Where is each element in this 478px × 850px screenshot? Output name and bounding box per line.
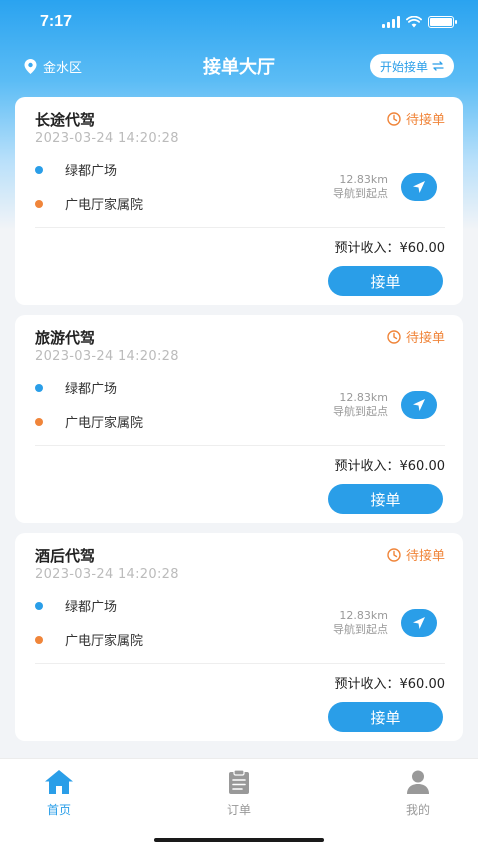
tab-bar: 首页 订单 我的 [0, 758, 478, 850]
accept-order-button[interactable]: 接单 [328, 484, 443, 514]
end-location: 广电厅家属院 [35, 412, 143, 431]
clipboard-icon [229, 769, 249, 794]
end-dot-icon [35, 635, 43, 644]
navigate-button[interactable] [401, 391, 437, 419]
start-dot-icon [35, 165, 43, 174]
navigate-text: 导航到起点 [333, 623, 388, 636]
order-status: 待接单 [387, 545, 445, 564]
divider [35, 663, 445, 664]
tab-orders-label: 订单 [226, 803, 251, 817]
start-location-label: 绿都广场 [65, 600, 118, 615]
wifi-icon [406, 16, 422, 28]
distance-info: 12.83km 导航到起点 [333, 391, 388, 419]
location-pin-icon [24, 58, 37, 74]
end-location: 广电厅家属院 [35, 194, 143, 213]
expected-income: 预计收入：¥60.00 [334, 673, 445, 692]
navigation-arrow-icon [413, 617, 425, 629]
navigate-button[interactable] [401, 609, 437, 637]
order-type: 酒后代驾 [35, 547, 96, 565]
end-dot-icon [35, 417, 43, 426]
order-time: 2023-03-24 14:20:28 [35, 567, 179, 582]
start-accepting-label: 开始接单 [379, 59, 428, 74]
order-card[interactable]: 酒后代驾 待接单 2023-03-24 14:20:28 绿都广场 广电厅家属院… [15, 533, 463, 741]
distance-info: 12.83km 导航到起点 [333, 609, 388, 637]
order-status-label: 待接单 [405, 113, 445, 128]
start-accepting-button[interactable]: 开始接单 [369, 54, 454, 78]
clock-icon [387, 329, 401, 344]
end-location-label: 广电厅家属院 [65, 198, 144, 213]
clock-icon [387, 111, 401, 126]
order-type: 旅游代驾 [35, 329, 96, 347]
status-bar: 7:17 [0, 0, 478, 44]
divider [35, 445, 445, 446]
start-location: 绿都广场 [35, 596, 117, 615]
income-value: ¥60.00 [399, 459, 446, 474]
tab-profile-label: 我的 [405, 803, 430, 817]
start-location-label: 绿都广场 [65, 164, 118, 179]
navigate-button[interactable] [401, 173, 437, 201]
income-label: 预计收入： [334, 241, 400, 256]
battery-icon [428, 16, 457, 28]
income-value: ¥60.00 [399, 241, 446, 256]
navigate-text: 导航到起点 [333, 405, 388, 418]
end-location-label: 广电厅家属院 [65, 416, 144, 431]
expected-income: 预计收入：¥60.00 [334, 237, 445, 256]
tab-home-label: 首页 [46, 803, 71, 817]
income-label: 预计收入： [334, 459, 400, 474]
order-status: 待接单 [387, 327, 445, 346]
start-location: 绿都广场 [35, 160, 117, 179]
location-label: 金水区 [43, 60, 83, 76]
distance-info: 12.83km 导航到起点 [333, 173, 388, 201]
tab-profile[interactable]: 我的 [388, 769, 448, 818]
home-indicator [154, 838, 324, 842]
status-icons [382, 16, 457, 28]
signal-icon [382, 16, 400, 28]
navigate-text: 导航到起点 [333, 187, 388, 200]
end-location: 广电厅家属院 [35, 630, 143, 649]
income-label: 预计收入： [334, 677, 400, 692]
accept-order-button[interactable]: 接单 [328, 702, 443, 732]
order-time: 2023-03-24 14:20:28 [35, 349, 179, 364]
distance-value: 12.83km [339, 391, 388, 404]
navigation-arrow-icon [413, 399, 425, 411]
start-location-label: 绿都广场 [65, 382, 118, 397]
divider [35, 227, 445, 228]
tab-home[interactable]: 首页 [29, 769, 89, 818]
distance-value: 12.83km [339, 173, 388, 186]
order-card[interactable]: 长途代驾 待接单 2023-03-24 14:20:28 绿都广场 广电厅家属院… [15, 97, 463, 305]
tab-orders[interactable]: 订单 [209, 769, 269, 818]
location-selector[interactable]: 金水区 [24, 57, 82, 76]
order-status-label: 待接单 [405, 331, 445, 346]
expected-income: 预计收入：¥60.00 [334, 455, 445, 474]
nav-bar: 金水区 接单大厅 开始接单 [0, 44, 478, 88]
swap-icon [432, 61, 444, 71]
income-value: ¥60.00 [399, 677, 446, 692]
navigation-arrow-icon [413, 181, 425, 193]
start-dot-icon [35, 383, 43, 392]
distance-value: 12.83km [339, 609, 388, 622]
user-icon [407, 770, 429, 794]
home-icon [45, 770, 73, 794]
end-dot-icon [35, 199, 43, 208]
clock-icon [387, 547, 401, 562]
end-location-label: 广电厅家属院 [65, 634, 144, 649]
start-dot-icon [35, 601, 43, 610]
status-time: 7:17 [40, 13, 73, 30]
start-location: 绿都广场 [35, 378, 117, 397]
accept-order-button[interactable]: 接单 [328, 266, 443, 296]
order-time: 2023-03-24 14:20:28 [35, 131, 179, 146]
order-type: 长途代驾 [35, 111, 96, 129]
order-card[interactable]: 旅游代驾 待接单 2023-03-24 14:20:28 绿都广场 广电厅家属院… [15, 315, 463, 523]
order-status-label: 待接单 [405, 549, 445, 564]
order-status: 待接单 [387, 109, 445, 128]
